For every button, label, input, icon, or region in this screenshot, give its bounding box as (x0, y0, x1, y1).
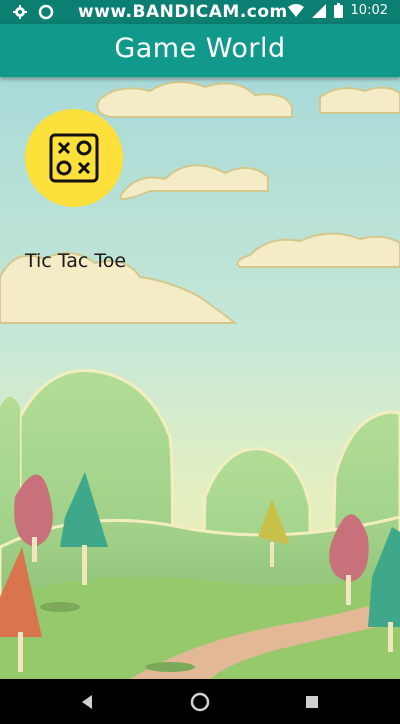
settings-gear-icon (13, 5, 27, 19)
main-content: Tic Tac Toe (0, 77, 400, 679)
recording-watermark: www.BANDICAM.com (78, 2, 288, 22)
game-label-tic-tac-toe[interactable]: Tic Tac Toe (25, 250, 126, 272)
status-bar: www.BANDICAM.com 10:02 (0, 0, 400, 24)
home-icon[interactable] (188, 690, 212, 714)
signal-icon (311, 3, 326, 18)
app-title: Game World (114, 33, 286, 64)
battery-icon (333, 3, 343, 18)
wifi-icon (287, 3, 304, 17)
navigation-bar (0, 679, 400, 724)
recents-icon[interactable] (300, 690, 324, 714)
sync-circle-icon (38, 4, 54, 20)
clock-time: 10:02 (350, 3, 388, 18)
tic-tac-toe-glyph (49, 133, 99, 183)
app-bar: Game World (0, 24, 400, 77)
tic-tac-toe-icon[interactable] (25, 109, 123, 207)
back-icon[interactable] (76, 690, 100, 714)
